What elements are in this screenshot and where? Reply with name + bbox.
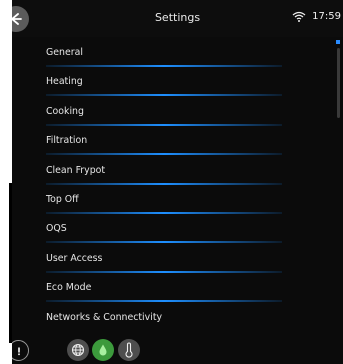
info-button[interactable] xyxy=(12,340,29,361)
globe-icon xyxy=(71,343,85,357)
status-area: 17:59 xyxy=(292,11,341,22)
menu-item-label: Cooking xyxy=(46,105,84,117)
menu-item-general[interactable]: General xyxy=(12,39,312,68)
settings-menu: General Heating Cooking Filtration Clean… xyxy=(12,39,312,333)
oil-quality-button[interactable] xyxy=(92,339,114,361)
menu-item-filtration[interactable]: Filtration xyxy=(12,127,312,156)
menu-item-label: Clean Frypot xyxy=(46,164,106,176)
thermometer-icon xyxy=(125,342,133,358)
divider xyxy=(46,182,282,185)
menu-item-user-access[interactable]: User Access xyxy=(12,245,312,274)
wifi-icon xyxy=(292,11,306,22)
settings-screen: Settings 17:59 General Heating Cooking F… xyxy=(12,0,343,364)
divider xyxy=(46,211,282,214)
menu-item-cooking[interactable]: Cooking xyxy=(12,98,312,127)
divider xyxy=(46,65,282,67)
info-icon xyxy=(17,347,20,355)
menu-item-label: Top Off xyxy=(46,193,79,205)
menu-item-networks[interactable]: Networks & Connectivity xyxy=(12,304,312,333)
menu-item-label: General xyxy=(46,47,83,58)
divider xyxy=(46,241,282,244)
divider xyxy=(46,153,282,156)
divider xyxy=(46,270,282,273)
oil-drop-icon xyxy=(99,344,107,356)
divider xyxy=(46,123,282,126)
scrollbar-thumb[interactable] xyxy=(337,48,340,118)
menu-item-eco-mode[interactable]: Eco Mode xyxy=(12,274,312,303)
left-edge-strip xyxy=(0,0,12,364)
menu-item-label: Heating xyxy=(46,76,83,88)
divider xyxy=(46,300,282,303)
menu-item-oqs[interactable]: OQS xyxy=(12,215,312,244)
menu-item-heating[interactable]: Heating xyxy=(12,68,312,97)
menu-item-clean-frypot[interactable]: Clean Frypot xyxy=(12,157,312,186)
menu-item-label: Filtration xyxy=(46,135,88,147)
menu-item-label: OQS xyxy=(46,223,67,235)
menu-item-label: Eco Mode xyxy=(46,282,92,294)
top-bar: Settings 17:59 xyxy=(12,0,343,37)
temperature-button[interactable] xyxy=(118,339,140,361)
menu-item-label: Networks & Connectivity xyxy=(46,311,163,323)
menu-item-top-off[interactable]: Top Off xyxy=(12,186,312,215)
menu-item-label: User Access xyxy=(46,252,103,264)
scroll-indicator xyxy=(336,40,340,44)
divider xyxy=(46,94,282,97)
bottom-bar xyxy=(12,336,343,364)
clock-time: 17:59 xyxy=(312,11,341,22)
globe-button[interactable] xyxy=(67,339,89,361)
